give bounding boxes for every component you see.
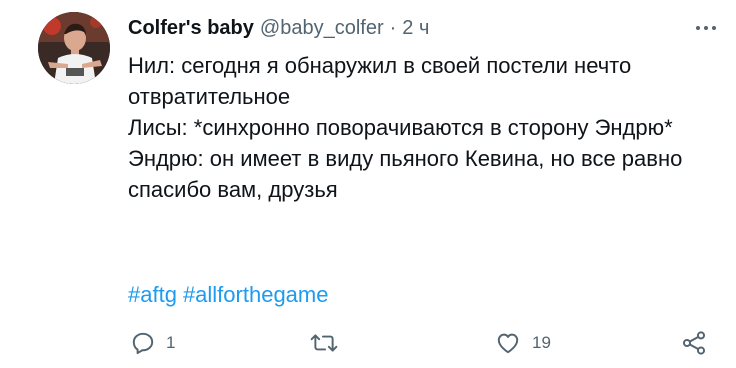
reply-count: 1 — [166, 333, 176, 352]
tweet-header: Colfer's baby @baby_colfer · 2 ч — [128, 14, 716, 42]
timestamp[interactable]: 2 ч — [402, 17, 429, 40]
share-button[interactable] — [680, 328, 708, 358]
hashtag-link[interactable]: #allforthegame — [183, 279, 329, 310]
display-name[interactable]: Colfer's baby — [128, 17, 254, 40]
reply-icon — [132, 332, 154, 355]
heart-icon — [497, 333, 519, 354]
tweet: Colfer's baby @baby_colfer · 2 ч Нил: се… — [0, 0, 736, 368]
like-count: 19 — [532, 333, 551, 352]
action-bar: 1 19 — [128, 328, 718, 358]
hashtags: #aftg #allforthegame — [128, 279, 328, 310]
tweet-line: Нил: сегодня я обнаружил в своей постели… — [128, 53, 632, 109]
hashtag-link[interactable]: #aftg — [128, 279, 177, 310]
user-handle[interactable]: @baby_colfer — [260, 17, 384, 40]
separator-dot: · — [389, 16, 397, 39]
avatar-image — [38, 12, 110, 84]
retweet-icon — [310, 334, 338, 352]
reply-button[interactable]: 1 — [130, 328, 175, 358]
tweet-line: Эндрю: он имеет в виду пьяного Кевина, н… — [128, 146, 683, 202]
like-button[interactable]: 19 — [494, 328, 551, 358]
avatar[interactable] — [38, 12, 110, 84]
tweet-line: Лисы: *синхронно поворачиваются в сторон… — [128, 115, 673, 140]
share-icon — [682, 331, 706, 355]
more-options-icon[interactable] — [696, 14, 716, 42]
retweet-button[interactable] — [310, 328, 348, 358]
tweet-text: Нил: сегодня я обнаружил в своей постели… — [128, 50, 728, 205]
